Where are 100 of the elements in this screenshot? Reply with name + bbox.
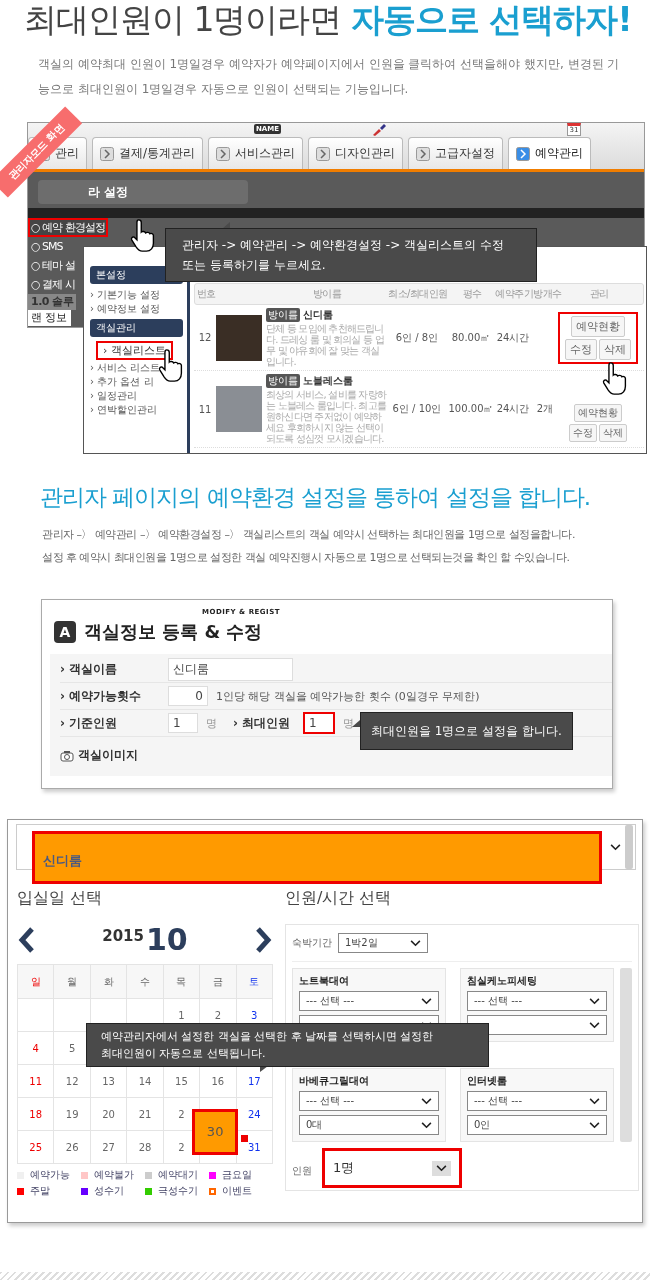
input-field[interactable]: 1 [168, 713, 198, 733]
row-button[interactable]: 예약현황 [571, 315, 625, 337]
option-label: 인터넷룸 [467, 1075, 508, 1087]
row-button[interactable]: 수정 [565, 338, 597, 360]
sidebar-item[interactable]: › 추가 옵션 리 [90, 375, 154, 388]
admin-menu-item[interactable]: ○ 테마 설 [28, 256, 78, 275]
calendar-day[interactable]: 12 [65, 1075, 79, 1089]
calendar-day[interactable]: 15 [175, 1075, 188, 1089]
sidebar-item[interactable]: › 기본기능 설정 [90, 288, 161, 301]
scrollbar[interactable] [620, 968, 632, 1142]
scrollbar[interactable] [625, 825, 633, 869]
weekday-label: 수 [140, 976, 150, 987]
weekday-label: 금 [212, 976, 223, 987]
calendar-day[interactable]: 5 [68, 1042, 76, 1056]
panel-title: 라 설정 [38, 180, 248, 204]
calendar-day[interactable]: 28 [138, 1141, 152, 1155]
tooltip: 관리자 -> 예약관리 -> 예약환경설정 -> 객실리스트의 수정 또는 등록하기를 누르세요. [165, 228, 537, 282]
sidebar-item[interactable]: › 연박할인관리 [90, 403, 158, 416]
row-button[interactable]: 수정 [569, 424, 597, 442]
count-select[interactable]: 0대 [299, 1115, 439, 1135]
cycle-cell-text: 24시간 [495, 402, 531, 416]
input-field[interactable]: 0 [168, 686, 208, 706]
row-button[interactable]: 삭제 [599, 338, 631, 360]
row-number: 11 [197, 403, 213, 415]
option-select[interactable]: --- 선택 --- [299, 1091, 439, 1111]
calendar-month: 10 [146, 925, 188, 955]
room-description: 최상의 서비스, 설비를 자랑하는 노블레스 룸입니다. 최고를 원하신다면 주저없이 예약하세요 후회하시지 않는 선택이 되도록 성심껏 모시겠습니다. [266, 389, 386, 444]
area-cell: 100.00㎡ [448, 402, 494, 416]
admin-tab[interactable]: 디자인관리 [308, 137, 404, 169]
field-label: 숙박기간 [292, 936, 332, 950]
calendar-day[interactable]: 2 [178, 1141, 185, 1155]
option-label: 침실케노피세팅 [467, 975, 538, 987]
people-select[interactable]: 1명 [322, 1148, 462, 1188]
section-title: 입실일 선택 [17, 887, 104, 909]
field-label: › 예약가능횟수 [60, 687, 143, 705]
legend-label: 금요일 [222, 1168, 252, 1182]
column-header: 최소/최대인원 [387, 287, 449, 301]
next-icon[interactable] [253, 926, 273, 954]
calendar-day[interactable]: 1 [178, 1009, 185, 1023]
calendar-day[interactable]: 20 [102, 1108, 115, 1122]
calendar-day[interactable]: 25 [29, 1141, 43, 1155]
admin-tab[interactable]: 예약관리 [508, 137, 592, 169]
legend-label: 예약가능 [30, 1168, 70, 1182]
option-select[interactable]: --- 선택 --- [467, 991, 607, 1011]
row-button[interactable]: 예약현황 [574, 404, 622, 422]
calendar-day[interactable]: 4 [32, 1042, 39, 1056]
count-select[interactable] [467, 1015, 607, 1035]
count-select[interactable]: 0인 [467, 1115, 607, 1135]
weekday-label: 목 [176, 976, 187, 987]
admin-menu-item[interactable]: ○ 결제 시 [28, 275, 78, 294]
calendar-day[interactable]: 18 [29, 1108, 43, 1122]
form-title: 객실정보 등록 & 수정 [84, 620, 263, 644]
sidebar-item[interactable]: › 일정관리 [90, 389, 138, 402]
calendar-day[interactable]: 13 [102, 1075, 115, 1089]
admin-tab[interactable]: 결제/통계관리 [92, 137, 204, 169]
input-field[interactable]: 신디룸 [168, 657, 293, 681]
legend-label: 주말 [30, 1184, 50, 1198]
brush-icon [371, 123, 388, 136]
tooltip: 예약관리자에서 설정한 객실을 선택한 후 날짜를 선택하시면 설정한 최대인원이 자동으로 선택됩니다. [86, 1023, 489, 1067]
field-label: › 객실이름 [60, 660, 119, 678]
calendar-day[interactable]: 27 [102, 1141, 115, 1155]
calendar-day[interactable]: 17 [247, 1075, 261, 1089]
admin-tab[interactable]: 서비스관리 [208, 137, 304, 169]
intro-text: 객실의 예약최대 인원이 1명일경우 예약자가 예약페이지에서 인원을 클릭하여 선택을해야 했지만, 변경된 기능으로 최대인원이 1명일경우 자동으로 인원이 선택되는 기능입니다. [38, 56, 620, 98]
option-select[interactable]: --- 선택 --- [299, 991, 439, 1011]
section-heading: 관리자 페이지의 예약환경 설정을 통하여 설정을 합니다. [40, 483, 592, 512]
column-header: 번호 [195, 287, 217, 301]
calendar-day[interactable]: 26 [65, 1141, 79, 1155]
calendar-day[interactable]: 19 [65, 1108, 79, 1122]
sidebar-item[interactable]: › 서비스 리스트 [90, 361, 161, 374]
column-header: 평수 [461, 287, 483, 301]
selected-date[interactable]: 30 [192, 1109, 239, 1155]
room-description: 단체 등 모임에 추천해드립니다. 드레싱 룸 및 회의실 등 업무 및 야유회에 잘 맞는 객실입니다. [266, 323, 385, 367]
input-field[interactable]: 1 [303, 712, 335, 734]
calendar-day[interactable]: 21 [138, 1108, 152, 1122]
row-button[interactable]: 삭제 [599, 424, 627, 442]
name-tag: 방이름 [266, 308, 300, 322]
previous-icon[interactable] [17, 926, 37, 954]
calendar-day[interactable]: 24 [247, 1108, 261, 1122]
sidebar-header: 객실관리 [90, 319, 183, 337]
calendar-day[interactable]: 11 [29, 1075, 43, 1089]
sidebar-item[interactable]: › 객실리스트 [96, 341, 173, 360]
calendar-day[interactable]: 31 [247, 1141, 261, 1155]
legend-label: 극성수기 [158, 1184, 198, 1198]
calendar-day[interactable]: 2 [178, 1108, 185, 1122]
admin-tab[interactable]: 고급자설정 [408, 137, 504, 169]
sidebar-item[interactable]: › 예약정보 설정 [90, 302, 161, 315]
calendar-day[interactable]: 16 [211, 1075, 225, 1089]
stay-select[interactable]: 1박2일 [338, 933, 428, 953]
capacity-cell-text: 6인 / 10인 [391, 402, 443, 416]
count-cell-text: 2개 [535, 402, 555, 416]
page-title: 최대인원이 1명이라면 [24, 0, 342, 39]
legend-label: 이벤트 [222, 1184, 252, 1198]
calendar-day[interactable]: 14 [138, 1075, 152, 1089]
calendar-day[interactable]: 2 [214, 1009, 222, 1023]
calendar-day[interactable]: 3 [251, 1009, 258, 1023]
option-select[interactable]: --- 선택 --- [467, 1091, 607, 1111]
admin-menu-item[interactable]: ○ SMS [28, 237, 66, 256]
admin-menu-item[interactable]: ○ 예약 환경설정 [28, 218, 108, 237]
row-number: 12 [197, 332, 213, 343]
